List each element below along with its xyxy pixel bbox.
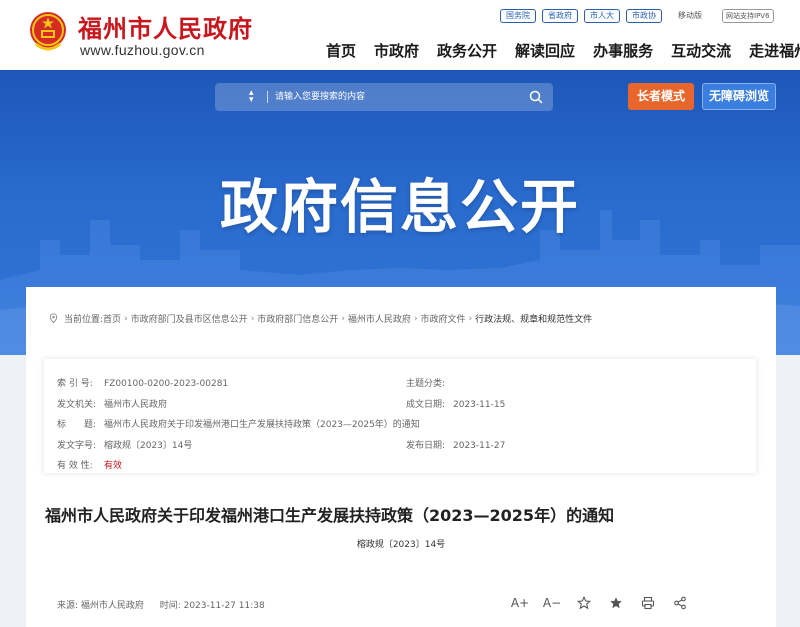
quick-links: 国务院 省政府 市人大 市政协 <box>500 9 662 23</box>
meta-created: 成文日期: 2023-11-15 <box>406 397 505 410</box>
site-url[interactable]: www.fuzhou.gov.cn <box>80 42 205 58</box>
nav-item-city-gov[interactable]: 市政府 <box>374 40 419 61</box>
quick-link-provincial-gov[interactable]: 省政府 <box>542 9 578 23</box>
breadcrumb-separator: › <box>413 313 418 324</box>
search-divider <box>267 91 268 103</box>
bookmark-button[interactable] <box>600 594 632 612</box>
meta-created-value: 2023-11-15 <box>453 400 506 410</box>
favorite-button[interactable] <box>568 594 600 612</box>
nav-item-home[interactable]: 首页 <box>326 40 356 61</box>
meta-issuer: 发文机关: 福州市人民政府 <box>57 397 167 410</box>
meta-published-label: 发布日期: <box>406 441 446 451</box>
breadcrumb-separator: › <box>468 313 473 324</box>
breadcrumb-separator: › <box>124 313 128 324</box>
print-button[interactable] <box>632 594 664 612</box>
search-icon[interactable] <box>529 90 543 104</box>
document-metadata-box: 索 引 号: FZ00100-0200-2023-00281 主题分类: 发文机关… <box>44 359 756 473</box>
breadcrumb: 当前位置: 首页 › 市政府部门及县市区信息公开 › 市政府部门信息公开 › 福… <box>48 312 592 325</box>
meta-docno-value: 榕政规〔2023〕14号 <box>104 441 193 451</box>
meta-validity-label: 有 效 性: <box>57 461 93 471</box>
mobile-version-link[interactable]: 移动版 <box>678 10 702 21</box>
meta-published: 发布日期: 2023-11-27 <box>406 438 505 451</box>
nav-item-services[interactable]: 办事服务 <box>593 40 653 61</box>
printer-icon <box>641 596 655 610</box>
breadcrumb-city-gov[interactable]: 福州市人民政府 <box>348 312 411 325</box>
star-filled-icon <box>610 597 622 609</box>
search-input[interactable] <box>275 88 515 106</box>
meta-title-label: 标 题: <box>57 420 97 430</box>
breadcrumb-home[interactable]: 首页 <box>103 312 121 325</box>
meta-issuer-value: 福州市人民政府 <box>104 400 168 410</box>
meta-title-value: 福州市人民政府关于印发福州港口生产发展扶持政策（2023—2025年）的通知 <box>104 420 420 430</box>
site-header: 福州市人民政府 www.fuzhou.gov.cn 国务院 省政府 市人大 市政… <box>0 0 800 70</box>
accessibility-button[interactable]: 无障碍浏览 <box>702 83 776 110</box>
share-icon <box>674 596 686 610</box>
meta-validity-value: 有效 <box>104 461 123 471</box>
banner-title: 政府信息公开 <box>219 173 580 241</box>
breadcrumb-separator: › <box>341 313 345 324</box>
nav-item-interaction[interactable]: 互动交流 <box>671 40 731 61</box>
meta-topic: 主题分类: <box>406 376 453 389</box>
location-pin-icon <box>49 313 58 324</box>
document-tools: A+ A− <box>504 594 696 612</box>
quick-link-peoples-congress[interactable]: 市人大 <box>584 9 620 23</box>
font-smaller-button[interactable]: A− <box>536 594 568 612</box>
ipv6-badge: 网站支持IPV6 <box>722 9 774 23</box>
elder-mode-button[interactable]: 长者模式 <box>628 83 694 110</box>
meta-index: 索 引 号: FZ00100-0200-2023-00281 <box>57 376 228 389</box>
font-smaller-label: A− <box>542 596 562 610</box>
breadcrumb-separator: › <box>250 313 255 324</box>
meta-index-label: 索 引 号: <box>57 379 93 389</box>
meta-issuer-label: 发文机关: <box>57 400 97 410</box>
font-larger-button[interactable]: A+ <box>504 594 536 612</box>
source-value: 福州市人民政府 <box>80 601 144 611</box>
site-title[interactable]: 福州市人民政府 <box>78 9 253 44</box>
meta-docno-label: 发文字号: <box>57 441 97 451</box>
time-label: 时间: <box>159 601 181 611</box>
nav-item-gov-affairs[interactable]: 政务公开 <box>437 40 497 61</box>
breadcrumb-public-info[interactable]: 市政府部门及县市区信息公开 <box>131 312 248 325</box>
meta-created-label: 成文日期: <box>406 400 446 410</box>
meta-validity: 有 效 性: 有效 <box>57 458 122 471</box>
font-larger-label: A+ <box>510 596 530 610</box>
document-source-info: 来源: 福州市人民政府 时间: 2023-11-27 11:38 <box>57 598 265 611</box>
breadcrumb-prefix: 当前位置: <box>64 315 104 325</box>
meta-index-value: FZ00100-0200-2023-00281 <box>104 379 229 389</box>
national-emblem-icon[interactable] <box>28 10 68 54</box>
document-title: 福州市人民政府关于印发福州港口生产发展扶持政策（2023—2025年）的通知 <box>45 506 615 525</box>
search-scope-selector[interactable]: ▴ ▾ <box>249 89 254 105</box>
meta-topic-label: 主题分类: <box>406 379 446 389</box>
breadcrumb-current[interactable]: 行政法规、规章和规范性文件 <box>475 312 592 325</box>
breadcrumb-dept-info[interactable]: 市政府部门信息公开 <box>257 312 338 325</box>
star-outline-icon <box>577 596 591 610</box>
breadcrumb-gov-documents[interactable]: 市政府文件 <box>421 312 466 325</box>
meta-published-value: 2023-11-27 <box>453 441 506 451</box>
main-nav: 首页 市政府 政务公开 解读回应 办事服务 互动交流 走进福州 <box>326 40 800 61</box>
time-value: 2023-11-27 11:38 <box>183 601 265 611</box>
meta-docno: 发文字号: 榕政规〔2023〕14号 <box>57 438 192 451</box>
nav-item-interpretation[interactable]: 解读回应 <box>515 40 575 61</box>
source-label: 来源: <box>57 601 79 611</box>
share-button[interactable] <box>664 594 696 612</box>
meta-title: 标 题: 福州市人民政府关于印发福州港口生产发展扶持政策（2023—2025年）的… <box>57 417 420 430</box>
search-box: ▴ ▾ <box>215 83 553 111</box>
quick-link-state-council[interactable]: 国务院 <box>500 9 536 23</box>
quick-link-cppcc[interactable]: 市政协 <box>626 9 662 23</box>
content-card: 当前位置: 首页 › 市政府部门及县市区信息公开 › 市政府部门信息公开 › 福… <box>26 287 776 627</box>
nav-item-about-fuzhou[interactable]: 走进福州 <box>749 40 800 61</box>
document-number: 榕政规〔2023〕14号 <box>356 540 446 550</box>
